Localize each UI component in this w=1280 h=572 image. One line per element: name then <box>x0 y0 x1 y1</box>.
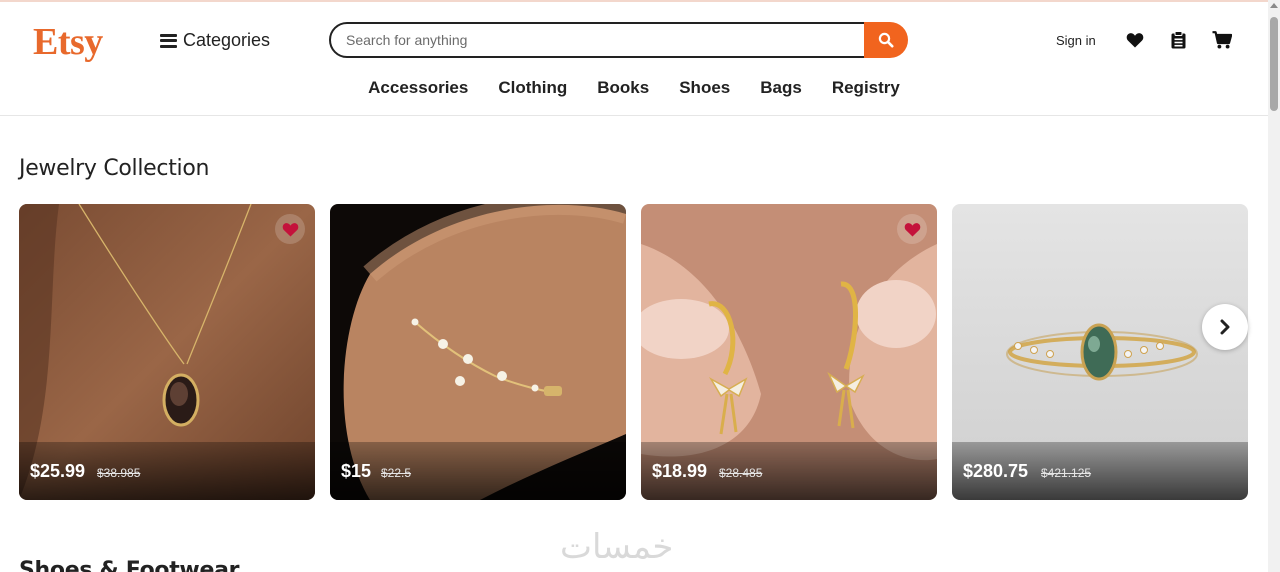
product-old-price: $421.125 <box>1041 466 1092 480</box>
product-card[interactable]: $18.99 $28.485 <box>641 204 937 500</box>
shoes-section-title: Shoes & Footwear <box>19 558 240 572</box>
etsy-logo[interactable]: Etsy <box>33 20 103 64</box>
product-price: $25.99 <box>30 461 86 481</box>
product-card[interactable]: $15 $22.5 <box>330 204 626 500</box>
heart-icon <box>1126 33 1144 48</box>
watermark-text: خمسات <box>560 527 674 567</box>
hamburger-icon <box>160 33 177 48</box>
heart-icon <box>282 222 298 237</box>
carousel-next-button[interactable] <box>1202 304 1248 350</box>
cart-icon <box>1212 31 1232 49</box>
search-icon <box>878 32 894 48</box>
favorite-button[interactable] <box>275 214 305 244</box>
product-old-price: $38.985 <box>97 466 141 480</box>
product-price: $18.99 <box>652 461 708 481</box>
favorite-button[interactable] <box>897 214 927 244</box>
site-header: Etsy Categories Sign in <box>0 2 1268 116</box>
product-price: $15 <box>341 461 372 481</box>
categories-label: Categories <box>183 30 271 50</box>
jewelry-section-title: Jewelry Collection <box>19 156 210 181</box>
product-price: $280.75 <box>963 461 1029 481</box>
categories-button[interactable]: Categories <box>160 30 270 51</box>
page-scrollbar[interactable] <box>1268 0 1280 572</box>
cart-button[interactable] <box>1212 30 1232 50</box>
registry-button[interactable] <box>1168 30 1188 50</box>
heart-icon <box>904 222 920 237</box>
search-bar <box>329 22 908 58</box>
nav-item-shoes[interactable]: Shoes <box>679 78 730 98</box>
nav-item-clothing[interactable]: Clothing <box>498 78 567 98</box>
search-button[interactable] <box>864 22 908 58</box>
category-nav: Accessories Clothing Books Shoes Bags Re… <box>0 78 1268 98</box>
product-old-price: $22.5 <box>381 466 412 480</box>
scroll-up-arrow-icon[interactable] <box>1270 3 1278 8</box>
price-overlay <box>330 442 626 500</box>
nav-item-books[interactable]: Books <box>597 78 649 98</box>
search-input[interactable] <box>329 22 866 58</box>
product-old-price: $28.485 <box>719 466 763 480</box>
scrollbar-thumb[interactable] <box>1270 17 1278 111</box>
sign-in-link[interactable]: Sign in <box>1056 33 1096 48</box>
nav-item-accessories[interactable]: Accessories <box>368 78 468 98</box>
clipboard-icon <box>1171 31 1185 49</box>
chevron-right-icon <box>1220 319 1230 335</box>
product-card[interactable]: $280.75 $421.125 <box>952 204 1248 500</box>
nav-item-bags[interactable]: Bags <box>760 78 802 98</box>
nav-item-registry[interactable]: Registry <box>832 78 900 98</box>
product-card[interactable]: $25.99 $38.985 <box>19 204 315 500</box>
favorites-button[interactable] <box>1125 30 1145 50</box>
